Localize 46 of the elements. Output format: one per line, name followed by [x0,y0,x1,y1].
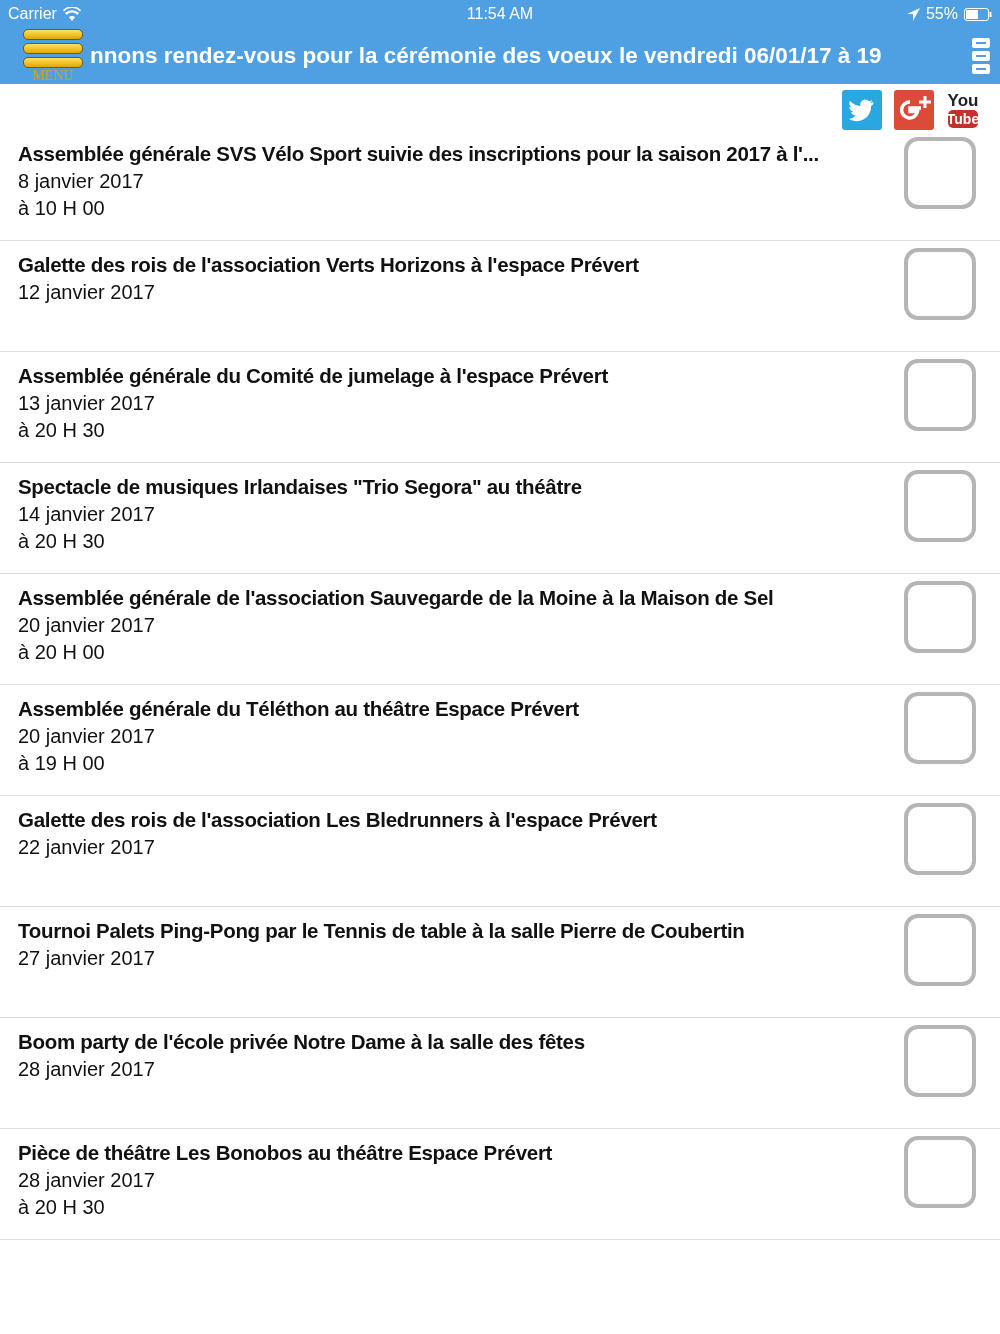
battery-percent: 55% [925,5,958,23]
event-date: 8 janvier 2017 [18,170,145,193]
event-title: Assemblée générale du Téléthon au théâtre Espace Prévert [18,697,580,721]
event-title: Tournoi Palets Ping-Pong par le Tennis de table à la salle Pierre de Coubertin [18,919,746,943]
event-date: 20 janvier 2017 [18,725,156,748]
event-date: 22 janvier 2017 [18,836,156,859]
checkbox[interactable] [904,359,976,431]
event-date: 12 janvier 2017 [18,281,156,304]
event-title: Spectacle de musiques Irlandaises "Trio Segora" au théâtre [18,475,583,499]
checkbox[interactable] [904,137,976,209]
event-date: 14 janvier 2017 [18,503,156,526]
checkbox[interactable] [904,692,976,764]
event-title: Assemblée générale SVS Vélo Sport suivie des inscriptions pour la saison 2017 à l'... [18,142,820,166]
location-arrow-icon [906,7,920,21]
event-title: Assemblée générale de l'association Sauvegarde de la Moine à la Maison de Sel [18,586,775,610]
event-time: à 20 H 30 [18,419,106,442]
event-title: Pièce de théâtre Les Bonobos au théâtre Espace Prévert [18,1141,554,1165]
list-icon[interactable] [972,38,990,74]
event-title: Assemblée générale du Comité de jumelage à l'espace Prévert [18,364,609,388]
event-date: 13 janvier 2017 [18,392,156,415]
checkbox[interactable] [904,470,976,542]
google-plus-icon[interactable] [894,90,934,130]
event-date: 28 janvier 2017 [18,1169,156,1192]
event-title: Galette des rois de l'association Verts Horizons à l'espace Prévert [18,253,640,277]
carrier-label: Carrier [8,5,57,23]
checkbox[interactable] [904,803,976,875]
event-title: Boom party de l'école privée Notre Dame à la salle des fêtes [18,1030,586,1054]
checkbox[interactable] [904,914,976,986]
checkbox[interactable] [904,248,976,320]
event-time: à 20 H 00 [18,641,106,664]
event-title: Galette des rois de l'association Les Bledrunners à l'espace Prévert [18,808,658,832]
checkbox[interactable] [904,1136,976,1208]
clock-time: 11:54 AM [466,5,534,23]
battery-icon [964,7,992,21]
checkbox[interactable] [904,1025,976,1097]
event-date: 28 janvier 2017 [18,1058,156,1081]
checkbox[interactable] [904,581,976,653]
event-date: 20 janvier 2017 [18,614,156,637]
event-time: à 20 H 30 [18,1196,106,1219]
news-ticker: nnons rendez-vous pour la cérémonie des voeux le vendredi 06/01/17 à 19 [90,43,883,69]
event-time: à 10 H 00 [18,197,106,220]
bird-icon[interactable] [842,90,882,130]
wifi-icon [62,7,81,21]
event-time: à 19 H 00 [18,752,106,775]
event-time: à 20 H 30 [18,530,106,553]
event-date: 27 janvier 2017 [18,947,156,970]
